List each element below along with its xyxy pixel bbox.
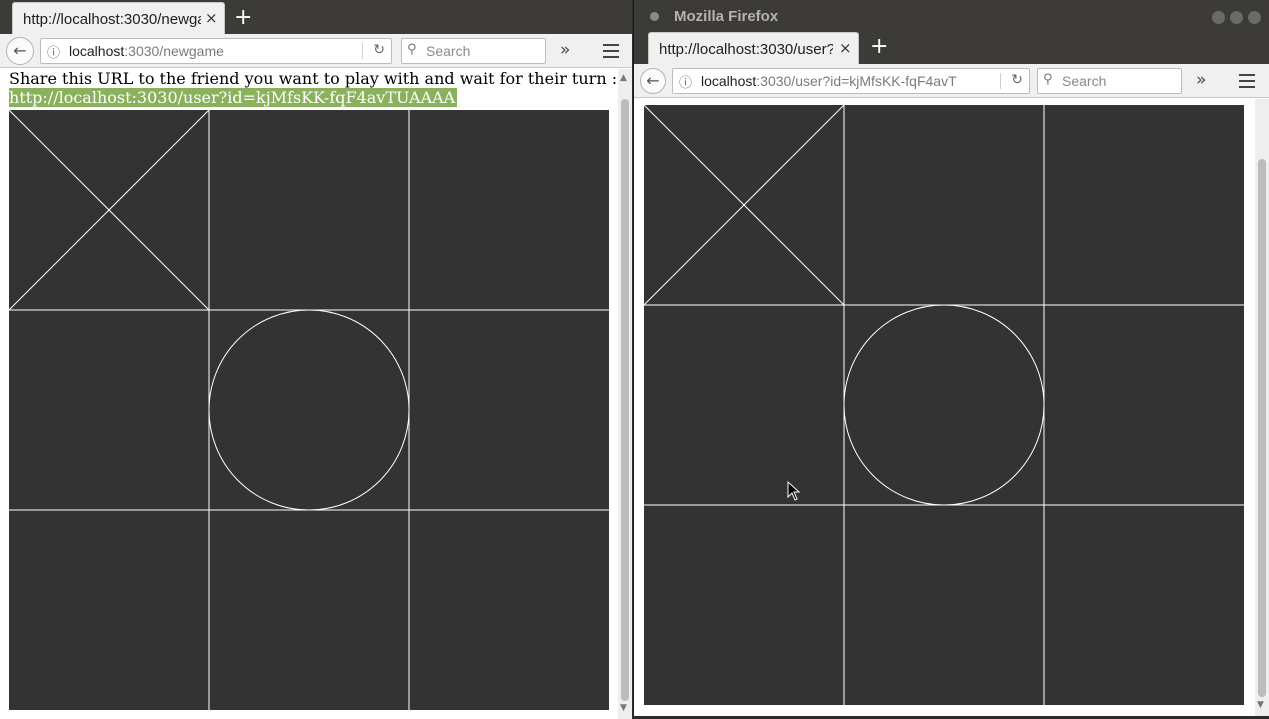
url-path: :3030/user?id=kjMfsKK-fqF4avT: [756, 73, 957, 89]
tab-newgame[interactable]: http://localhost:3030/newgame ×: [12, 2, 225, 34]
maximize-icon[interactable]: [1230, 11, 1243, 24]
mouse-cursor-icon: [787, 481, 801, 501]
board-cell-5[interactable]: [844, 305, 1044, 505]
tab-close-icon[interactable]: ×: [839, 39, 852, 57]
url-separator: [362, 43, 363, 59]
scroll-down-arrow[interactable]: ▼: [620, 703, 627, 713]
hamburger-menu-icon[interactable]: [603, 44, 619, 58]
board-cell-3[interactable]: [1044, 105, 1244, 305]
reload-icon[interactable]: ↻: [1011, 72, 1023, 88]
search-icon: ⚲: [407, 42, 417, 57]
new-tab-button[interactable]: +: [234, 7, 252, 29]
scroll-thumb[interactable]: [621, 99, 629, 701]
tab-title: http://localhost:3030/newgame: [23, 11, 201, 28]
url-host: localhost: [701, 73, 757, 89]
url-host: localhost: [69, 43, 125, 59]
search-icon: ⚲: [1043, 72, 1053, 87]
tab-user[interactable]: http://localhost:3030/user?id=kjMfsKK-fq…: [648, 32, 859, 64]
search-input[interactable]: ⚲ Search: [1037, 68, 1182, 94]
page-scrollbar[interactable]: ▲ ▼: [618, 69, 632, 719]
board-cell-5[interactable]: [209, 310, 409, 510]
board-cell-2[interactable]: [209, 110, 409, 310]
navigation-bar: ← ⓘ localhost:3030/newgame ↻ ⚲ Search »: [0, 34, 632, 68]
board-cell-6[interactable]: [1044, 305, 1244, 505]
navigation-bar: ← ⓘ localhost:3030/user?id=kjMfsKK-fqF4a…: [634, 64, 1269, 98]
url-bar[interactable]: ⓘ localhost:3030/user?id=kjMfsKK-fqF4avT…: [672, 68, 1030, 94]
close-icon[interactable]: [1248, 11, 1261, 24]
back-button[interactable]: ←: [6, 37, 34, 65]
board-cell-4[interactable]: [9, 310, 209, 510]
window-menu-dot-icon[interactable]: [650, 12, 659, 21]
overflow-menu-icon[interactable]: »: [560, 40, 570, 60]
board-cell-7[interactable]: [644, 505, 844, 705]
back-button[interactable]: ←: [640, 68, 666, 94]
share-url[interactable]: http://localhost:3030/user?id=kjMfsKK-fq…: [9, 88, 458, 107]
hamburger-menu-icon[interactable]: [1239, 74, 1255, 88]
page-scrollbar[interactable]: ▼: [1255, 99, 1269, 716]
scroll-up-arrow[interactable]: ▲: [620, 73, 627, 83]
tab-close-icon[interactable]: ×: [205, 9, 218, 27]
tic-tac-toe-board: [9, 110, 609, 710]
url-text: localhost:3030/user?id=kjMfsKK-fqF4avT: [701, 73, 991, 89]
overflow-menu-icon[interactable]: »: [1196, 70, 1206, 90]
new-tab-button[interactable]: +: [870, 36, 888, 58]
board-cell-9[interactable]: [1044, 505, 1244, 705]
page-content: [634, 99, 1255, 716]
reload-icon[interactable]: ↻: [373, 42, 385, 58]
browser-window-left: http://localhost:3030/newgame × + ← ⓘ lo…: [0, 0, 632, 719]
board-cell-8[interactable]: [209, 510, 409, 710]
board-cell-3[interactable]: [409, 110, 609, 310]
board-cell-4[interactable]: [644, 305, 844, 505]
minimize-icon[interactable]: [1212, 11, 1225, 24]
board-cell-9[interactable]: [409, 510, 609, 710]
tab-title: http://localhost:3030/user?id=kjMfsKK-fq…: [659, 41, 833, 58]
info-icon[interactable]: ⓘ: [47, 42, 60, 61]
url-separator: [1000, 73, 1001, 89]
search-input[interactable]: ⚲ Search: [401, 38, 546, 64]
scroll-thumb[interactable]: [1258, 159, 1266, 697]
tic-tac-toe-board: [644, 105, 1244, 705]
scroll-down-arrow[interactable]: ▼: [1257, 700, 1264, 710]
url-text: localhost:3030/newgame: [69, 43, 359, 59]
board-cell-2[interactable]: [844, 105, 1044, 305]
search-placeholder: Search: [1062, 73, 1107, 89]
browser-window-right: Mozilla Firefox http://localhost:3030/us…: [633, 0, 1269, 716]
info-icon[interactable]: ⓘ: [679, 72, 692, 91]
window-title: Mozilla Firefox: [674, 8, 779, 25]
board-cell-6[interactable]: [409, 310, 609, 510]
url-path: :3030/newgame: [124, 43, 224, 59]
board-cell-8[interactable]: [844, 505, 1044, 705]
search-placeholder: Search: [426, 43, 471, 59]
board-cell-7[interactable]: [9, 510, 209, 710]
page-content: Share this URL to the friend you want to…: [0, 69, 618, 719]
url-bar[interactable]: ⓘ localhost:3030/newgame ↻: [40, 38, 392, 64]
share-instructions: Share this URL to the friend you want to…: [9, 69, 618, 88]
